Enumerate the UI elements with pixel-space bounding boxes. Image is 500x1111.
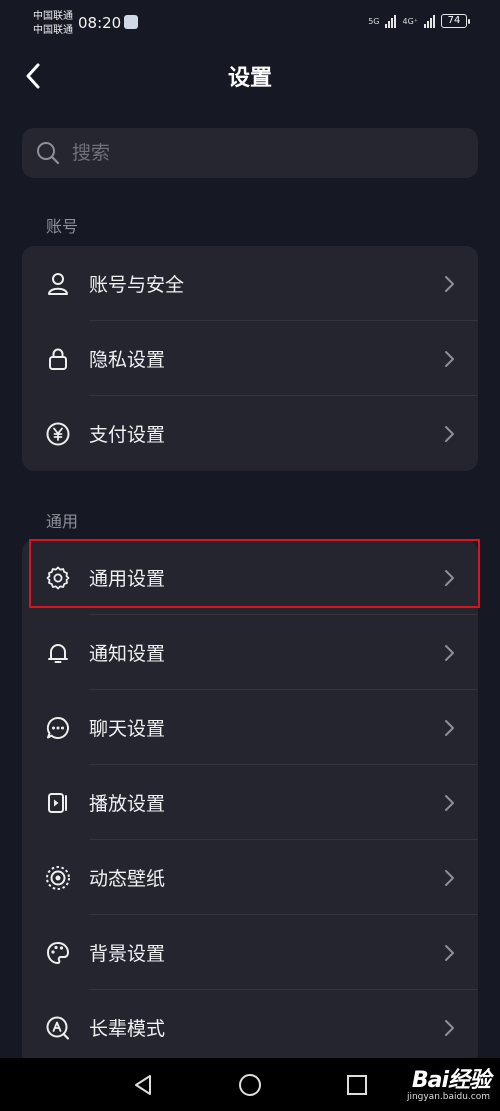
wallpaper-icon <box>45 865 71 891</box>
bell-icon <box>45 640 71 666</box>
gear-icon <box>45 565 71 591</box>
search-bar[interactable] <box>22 128 478 178</box>
network-4g-label: 4G⁺ <box>402 16 418 26</box>
chevron-right-icon <box>445 425 454 442</box>
baidu-jingyan-watermark: Bai经验 jingyan.baidu.com <box>406 1062 491 1102</box>
settings-item-label: 长辈模式 <box>89 1018 166 1040</box>
notification-app-icon <box>124 15 138 29</box>
carrier-labels: 中国联通 中国联通 <box>33 10 73 38</box>
settings-item-privacy[interactable]: 隐私设置 <box>22 321 478 396</box>
chevron-right-icon <box>445 644 454 661</box>
settings-item-background[interactable]: 背景设置 <box>22 915 478 990</box>
chevron-right-icon <box>445 944 454 961</box>
network-5g-label: 5G <box>368 16 380 26</box>
watermark-url: jingyan.baidu.com <box>406 1092 490 1102</box>
chat-icon <box>45 715 71 741</box>
chevron-right-icon <box>445 794 454 811</box>
chevron-right-icon <box>445 275 454 292</box>
settings-item-label: 通知设置 <box>89 643 166 665</box>
chevron-right-icon <box>445 719 454 736</box>
search-icon <box>37 142 60 165</box>
chevron-right-icon <box>445 569 454 586</box>
nav-recents-icon[interactable] <box>344 1072 370 1098</box>
settings-item-playback[interactable]: 播放设置 <box>22 765 478 840</box>
battery-level: 74 <box>441 14 467 28</box>
user-icon <box>45 271 71 297</box>
settings-item-label: 聊天设置 <box>89 718 166 740</box>
chevron-right-icon <box>445 869 454 886</box>
signal-icon <box>385 14 397 28</box>
signal-icon <box>424 14 435 28</box>
chevron-right-icon <box>445 1019 454 1036</box>
nav-home-icon[interactable] <box>237 1072 263 1098</box>
settings-item-notification[interactable]: 通知设置 <box>22 615 478 690</box>
settings-item-label: 背景设置 <box>89 943 166 965</box>
settings-item-payment[interactable]: 支付设置 <box>22 396 478 471</box>
settings-item-label: 隐私设置 <box>89 349 166 371</box>
carrier-1: 中国联通 <box>33 11 73 22</box>
battery-icon: 74 <box>441 14 470 28</box>
settings-item-general[interactable]: 通用设置 <box>22 540 478 615</box>
settings-item-label: 通用设置 <box>89 568 166 590</box>
settings-item-label: 支付设置 <box>89 424 166 446</box>
chevron-right-icon <box>445 350 454 367</box>
status-indicators: 5G 4G⁺ 74 <box>368 14 470 28</box>
carrier-2: 中国联通 <box>33 25 73 36</box>
palette-icon <box>45 940 71 966</box>
general-settings-group: 通用设置 通知设置 聊天设置 播放设置 动态壁纸 背景设置 长辈模式 <box>22 540 478 1065</box>
status-time: 08:20 <box>78 14 122 32</box>
nav-back-icon[interactable] <box>130 1072 156 1098</box>
search-input[interactable] <box>70 141 454 165</box>
settings-item-label: 播放设置 <box>89 793 166 815</box>
watermark-brand: Bai经验 <box>411 1068 491 1093</box>
status-bar: 中国联通 中国联通 08:20 5G 4G⁺ 74 <box>0 0 500 46</box>
lock-icon <box>45 346 71 372</box>
account-settings-group: 账号与安全 隐私设置 支付设置 <box>22 246 478 471</box>
settings-item-chat[interactable]: 聊天设置 <box>22 690 478 765</box>
settings-item-wallpaper[interactable]: 动态壁纸 <box>22 840 478 915</box>
yen-icon <box>45 421 71 447</box>
settings-item-label: 动态壁纸 <box>89 868 166 890</box>
section-label-account: 账号 <box>46 217 79 236</box>
settings-item-elder-mode[interactable]: 长辈模式 <box>22 990 478 1065</box>
elder-mode-icon <box>45 1015 71 1041</box>
settings-item-account-security[interactable]: 账号与安全 <box>22 246 478 321</box>
settings-item-label: 账号与安全 <box>89 274 185 296</box>
play-icon <box>45 790 71 816</box>
section-label-general: 通用 <box>46 512 79 531</box>
page-title: 设置 <box>227 66 272 91</box>
